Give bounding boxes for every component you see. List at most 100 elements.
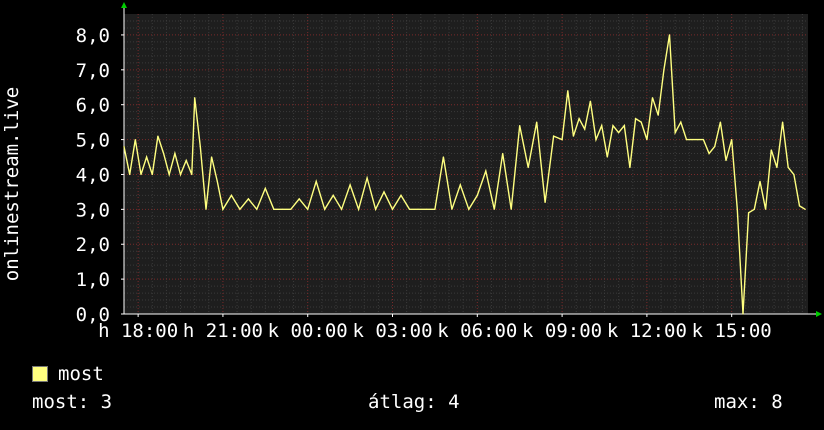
x-axis-arrow xyxy=(816,311,822,317)
data-point xyxy=(544,201,546,203)
data-point xyxy=(391,208,394,210)
data-point xyxy=(663,69,665,71)
data-point xyxy=(247,198,249,200)
data-point xyxy=(725,159,727,162)
data-point xyxy=(708,152,710,155)
data-point xyxy=(736,208,738,210)
plot-area xyxy=(124,14,808,314)
data-point xyxy=(157,135,159,137)
data-point xyxy=(163,152,165,155)
y-tick-label: 8,0 xyxy=(76,25,110,47)
data-point xyxy=(205,208,207,210)
data-point xyxy=(281,208,283,210)
data-point xyxy=(493,208,495,210)
data-point xyxy=(298,198,300,200)
data-point xyxy=(230,194,232,196)
y-tick-label: 1,0 xyxy=(76,269,110,291)
stat-current: most: 3 xyxy=(32,391,113,413)
legend-label: most xyxy=(58,363,104,385)
data-point xyxy=(578,118,580,120)
data-point xyxy=(697,139,699,141)
x-tick-label: h 21:00 xyxy=(183,320,263,342)
data-point xyxy=(256,208,258,210)
data-point xyxy=(629,166,631,169)
x-tick-label: k 15:00 xyxy=(692,320,772,342)
data-point xyxy=(341,208,343,210)
data-point xyxy=(782,121,784,123)
data-point xyxy=(222,208,224,210)
data-point xyxy=(425,208,427,210)
data-point xyxy=(510,208,512,210)
data-point xyxy=(595,139,597,141)
data-point xyxy=(216,180,218,182)
data-point xyxy=(640,121,642,123)
data-point xyxy=(315,180,317,182)
data-point xyxy=(129,173,131,176)
data-point xyxy=(770,149,772,151)
y-tick-label: 3,0 xyxy=(76,199,110,221)
data-point xyxy=(685,139,688,141)
data-point xyxy=(358,208,360,210)
data-point xyxy=(417,208,419,210)
y-tick-label: 2,0 xyxy=(76,234,110,256)
x-tick-label: h 18:00 xyxy=(98,320,178,342)
y-axis-arrow xyxy=(121,2,127,8)
data-point xyxy=(502,152,504,155)
data-point xyxy=(476,194,478,196)
data-point xyxy=(459,184,461,186)
data-point xyxy=(434,208,436,210)
data-point xyxy=(589,100,592,102)
data-point xyxy=(759,180,761,182)
data-point xyxy=(702,139,705,141)
data-point xyxy=(123,146,125,148)
data-point xyxy=(375,208,377,210)
stat-max: max: 8 xyxy=(714,391,783,413)
data-point xyxy=(657,114,659,116)
data-point xyxy=(179,173,182,176)
legend: most xyxy=(32,362,104,386)
data-point xyxy=(572,135,575,137)
data-point xyxy=(753,208,755,210)
data-point xyxy=(349,184,351,186)
x-tick-label: k 00:00 xyxy=(268,320,348,342)
data-point xyxy=(174,152,176,155)
data-point xyxy=(731,139,733,141)
data-point xyxy=(211,156,213,158)
x-tick-label: k 12:00 xyxy=(607,320,687,342)
data-point xyxy=(567,90,569,92)
y-tick-label: 5,0 xyxy=(76,130,110,152)
y-tick-label: 4,0 xyxy=(76,164,110,186)
data-point xyxy=(601,125,603,127)
data-point xyxy=(140,173,142,176)
data-point xyxy=(307,208,309,210)
legend-swatch xyxy=(32,366,48,382)
y-axis-title: onlinestream.live xyxy=(1,87,23,281)
data-point xyxy=(623,125,625,127)
data-point xyxy=(273,208,275,210)
data-point xyxy=(776,166,778,169)
data-point xyxy=(742,313,744,315)
data-point xyxy=(290,208,292,210)
data-point xyxy=(804,208,806,210)
data-point xyxy=(680,121,682,123)
data-point xyxy=(714,146,716,148)
stat-average: átlag: 4 xyxy=(368,391,460,413)
data-point xyxy=(651,97,654,99)
data-point xyxy=(151,173,153,176)
data-point xyxy=(674,132,676,134)
data-point xyxy=(536,121,538,123)
data-point xyxy=(185,159,187,162)
data-point xyxy=(239,208,241,210)
data-point xyxy=(719,121,722,123)
data-point xyxy=(561,139,563,141)
y-tick-label: 6,0 xyxy=(76,95,110,117)
data-point xyxy=(194,97,196,99)
x-tick-label: k 06:00 xyxy=(437,320,517,342)
data-point xyxy=(324,208,326,210)
data-point xyxy=(400,194,402,196)
data-point xyxy=(527,166,529,169)
line-chart: 0,01,02,03,04,05,06,07,08,0h 18:00 h 21:0… xyxy=(1,2,822,342)
x-tick-label: k 03:00 xyxy=(352,320,432,342)
data-point xyxy=(646,139,648,141)
data-point xyxy=(691,139,693,141)
